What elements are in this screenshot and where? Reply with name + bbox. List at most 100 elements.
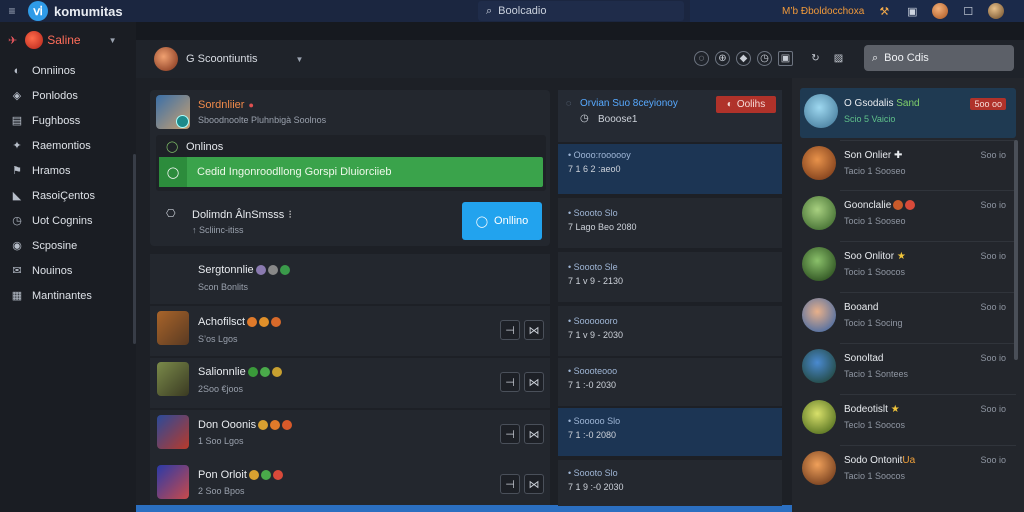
more-button[interactable]: ⋈ bbox=[524, 320, 544, 340]
row-avatar[interactable] bbox=[157, 311, 189, 345]
gallery-icon[interactable]: ▣ bbox=[904, 3, 920, 19]
pin-button[interactable]: ⊣ bbox=[500, 474, 520, 494]
member-item[interactable]: Son Onlier ✚ Tacio 1 Sooseo Soo io bbox=[800, 140, 1016, 190]
event-item[interactable]: • Oooo:roooooy 7 1 6 2 :aeo0 bbox=[558, 144, 782, 194]
sidebar-item-label: Scposine bbox=[32, 239, 78, 252]
sidebar-item-label: Onniinos bbox=[32, 64, 76, 77]
online-button[interactable]: ◯ Onllino bbox=[462, 202, 542, 240]
member-item[interactable]: O Gsodalis Sand Scio 5 Vaicio 5oo oo bbox=[800, 88, 1016, 138]
more-button[interactable]: ⋈ bbox=[524, 474, 544, 494]
member-avatar bbox=[804, 94, 838, 128]
feed-row[interactable] bbox=[150, 460, 550, 505]
pin-button[interactable]: ⊣ bbox=[500, 320, 520, 340]
sidebar-item[interactable]: ⚑ Hramos bbox=[0, 158, 136, 183]
row-avatar[interactable] bbox=[157, 362, 189, 396]
member-name: Sonoltad bbox=[844, 353, 884, 364]
member-name-text: Sodo Ontonit bbox=[844, 455, 903, 466]
member-item[interactable]: Booand Tocio 1 Socing Soo io bbox=[800, 292, 1016, 342]
bottom-accent-bar bbox=[136, 505, 792, 512]
progress-bar[interactable]: ◯ Cedid Ingonroodllong Gorspi Dluiorciie… bbox=[159, 157, 543, 187]
sidebar-item[interactable]: ✦ Raemontios bbox=[0, 133, 136, 158]
row-sub: Scon Bonlits bbox=[198, 282, 249, 292]
channel-avatar[interactable] bbox=[154, 47, 178, 71]
pin-button[interactable]: ⊣ bbox=[500, 372, 520, 392]
globe-icon[interactable]: ⊕ bbox=[715, 51, 730, 66]
feed-row[interactable] bbox=[150, 306, 550, 356]
app-title: komumitas bbox=[54, 3, 123, 19]
calendar-icon[interactable]: ▣ bbox=[778, 51, 793, 66]
event-item[interactable]: • Soooto Slo 7 1 9 :-0 2030 bbox=[558, 460, 782, 506]
member-status: Scio 5 Vaicio bbox=[844, 114, 896, 124]
member-name-text: O Gsodalis bbox=[844, 98, 894, 109]
member-name: Sodo OntonitUa bbox=[844, 455, 915, 466]
sidebar-item[interactable]: ◉ Scposine bbox=[0, 233, 136, 258]
member-time: Soo io bbox=[980, 200, 1006, 210]
pin-button[interactable]: ⊣ bbox=[500, 424, 520, 444]
hamburger-icon[interactable]: ≡ bbox=[0, 4, 24, 18]
event-item[interactable]: • Sooooooro 7 1 v 9 - 2030 bbox=[558, 306, 782, 356]
event-item-title: • Sooooooro bbox=[568, 316, 618, 326]
member-item[interactable]: Bodeotislt ★ Teclo 1 Soocos Soo io bbox=[800, 394, 1016, 444]
sidebar-item-label: RasoiÇentos bbox=[32, 189, 95, 202]
window-icon[interactable]: ☐ bbox=[960, 3, 976, 19]
chat-icon[interactable]: ◌ bbox=[694, 51, 709, 66]
event-item[interactable]: • Soooto Sle 7 1 v 9 - 2130 bbox=[558, 252, 782, 302]
event-item[interactable]: • Sooooo Slo 7 1 :-0 2080 bbox=[558, 408, 782, 456]
sidebar-item[interactable]: ✉ Nouinos bbox=[0, 258, 136, 283]
refresh-icon[interactable]: ↻ bbox=[808, 51, 823, 66]
card-title[interactable]: Sordnliier ● bbox=[198, 99, 254, 111]
sidebar-item[interactable]: ◣ RasoiÇentos bbox=[0, 183, 136, 208]
member-name-text: Bodeotislt bbox=[844, 404, 888, 415]
member-item[interactable]: Soo Onlitor ★ Tocio 1 Soocos Soo io bbox=[800, 241, 1016, 291]
sidebar-nav: ◐ Onniinos ◈ Ponlodos ▤ Fughboss ✦ Raemontio… bbox=[0, 58, 136, 308]
member-tag: Ua bbox=[902, 455, 916, 466]
global-search-input[interactable]: ⌕ Boolcadio bbox=[478, 1, 684, 21]
member-time: Soo io bbox=[980, 455, 1006, 465]
channel-selector-label[interactable]: G Scoontiuntis bbox=[186, 53, 258, 65]
emoji-icon bbox=[247, 367, 258, 378]
event-panel-title[interactable]: Orvian Suo 8ceyionoy bbox=[580, 98, 678, 109]
tag-icon[interactable]: ◆ bbox=[736, 51, 751, 66]
sidebar-user-switcher[interactable]: ✈ Saline ▼ bbox=[0, 22, 136, 58]
profile-avatar[interactable] bbox=[988, 3, 1005, 19]
member-search-input[interactable]: ⌕ Boo Cdis bbox=[864, 45, 1014, 71]
sidebar-item[interactable]: ◐ Onniinos bbox=[0, 58, 136, 83]
member-time: Soo io bbox=[980, 150, 1006, 160]
row-avatar[interactable] bbox=[157, 415, 189, 449]
sidebar-avatar bbox=[25, 31, 44, 49]
sidebar-item[interactable]: ◈ Ponlodos bbox=[0, 83, 136, 108]
app-logo[interactable]: ⅵ bbox=[28, 1, 48, 21]
chevron-down-icon[interactable]: ▼ bbox=[296, 55, 304, 64]
hammer-icon[interactable]: ⚒ bbox=[876, 3, 892, 19]
more-button[interactable]: ⋈ bbox=[524, 424, 544, 444]
controller-icon: ◉ bbox=[12, 240, 22, 252]
member-item[interactable]: Goonclalie Tocio 1 Sooseo Soo io bbox=[800, 190, 1016, 240]
more-button[interactable]: ⋈ bbox=[524, 372, 544, 392]
top-bar: ≡ ⅵ komumitas ⌕ Boolcadio M’b Ðboldoccho… bbox=[0, 0, 1024, 22]
user-avatar[interactable] bbox=[932, 3, 949, 19]
emoji-icon bbox=[248, 470, 259, 481]
event-item[interactable]: • Soooto Slo 7 Lago Beo 2080 bbox=[558, 198, 782, 248]
member-list-scrollbar[interactable] bbox=[1014, 140, 1018, 360]
sidebar-item[interactable]: ◷ Uot Cognins bbox=[0, 208, 136, 233]
row-avatar[interactable] bbox=[157, 465, 189, 499]
member-status: Tocio 1 Socing bbox=[844, 318, 903, 328]
sidebar-item[interactable]: ▦ Mantinantes bbox=[0, 283, 136, 308]
clock-icon[interactable]: ◷ bbox=[757, 51, 772, 66]
member-item[interactable]: Sodo OntonitUa Tacio 1 Soocos Soo io bbox=[800, 445, 1016, 495]
global-search-placeholder: Boolcadio bbox=[498, 5, 547, 17]
feed-row[interactable] bbox=[150, 254, 550, 304]
row-title: Achofilsct bbox=[198, 316, 282, 328]
event-item[interactable]: • Soooteooo 7 1 :-0 2030 bbox=[558, 358, 782, 406]
image-icon[interactable]: ▨ bbox=[831, 51, 846, 66]
row-title-text: Don Ooonis bbox=[198, 419, 257, 431]
member-item[interactable]: Sonoltad Tacio 1 Sontees Soo io bbox=[800, 343, 1016, 393]
alert-icon: ◐ bbox=[726, 99, 733, 110]
event-item-title: • Soooteooo bbox=[568, 366, 618, 376]
feed-row[interactable] bbox=[150, 410, 550, 460]
sidebar-item[interactable]: ▤ Fughboss bbox=[0, 108, 136, 133]
emoji-icon bbox=[255, 265, 266, 276]
alert-button[interactable]: ◐ Oolihs bbox=[716, 96, 776, 113]
row-title: Pon Orloit bbox=[198, 469, 283, 481]
notification-text[interactable]: M’b Ðboldocchoxa bbox=[782, 6, 864, 17]
